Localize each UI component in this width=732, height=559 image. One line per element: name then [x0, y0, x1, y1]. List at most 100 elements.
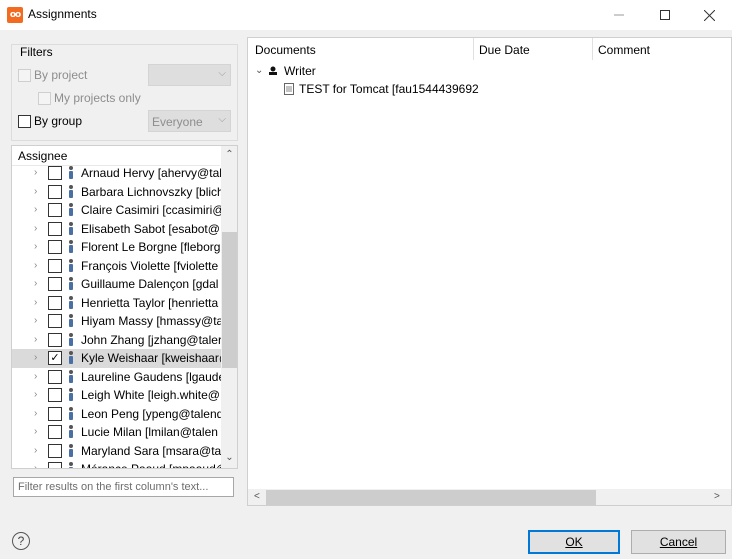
assignee-checkbox[interactable]: [48, 462, 62, 468]
group-combo[interactable]: Everyone ⌵: [148, 110, 231, 132]
assignee-checkbox[interactable]: ✓: [48, 351, 62, 365]
documents-table[interactable]: Documents Due Date Comment ⌄ Writer TEST…: [247, 37, 732, 506]
assignee-filter-input[interactable]: Filter results on the first column's tex…: [13, 477, 234, 497]
assignee-checkbox[interactable]: [48, 443, 62, 458]
user-icon: [68, 332, 74, 347]
assignee-checkbox[interactable]: [48, 277, 62, 291]
maximize-button[interactable]: [642, 0, 688, 30]
scrollbar-thumb[interactable]: [222, 232, 237, 368]
assignee-row[interactable]: › Henrietta Taylor [henrietta: [12, 294, 221, 313]
assignee-name: Henrietta Taylor [henrietta: [81, 295, 219, 310]
assignee-row[interactable]: › Lucie Milan [lmilan@talen: [12, 423, 221, 442]
assignee-row[interactable]: › Laureline Gaudens [lgaude: [12, 368, 225, 387]
chevron-right-icon[interactable]: ›: [34, 426, 37, 437]
assignee-row[interactable]: › Claire Casimiri [ccasimiri@: [12, 201, 225, 220]
assignee-checkbox[interactable]: [48, 258, 62, 273]
chevron-right-icon[interactable]: ›: [34, 186, 37, 197]
chevron-right-icon[interactable]: ›: [34, 371, 37, 382]
assignee-rows: › Arnaud Hervy [ahervy@tal › Barbara Lichno…: [12, 164, 231, 468]
column-comment[interactable]: Comment: [598, 43, 650, 57]
minimize-button[interactable]: [596, 0, 642, 30]
assignee-row[interactable]: › Barbara Lichnovszky [blich: [12, 183, 224, 202]
assignee-checkbox[interactable]: [48, 314, 62, 328]
project-combo[interactable]: ⌵: [148, 64, 231, 86]
assignee-checkbox[interactable]: [48, 332, 62, 347]
title-bar: oo Assignments: [0, 0, 732, 30]
chevron-right-icon[interactable]: ›: [34, 315, 37, 326]
column-due-date[interactable]: Due Date: [479, 43, 530, 57]
assignee-name: Hiyam Massy [hmassy@tal: [81, 314, 226, 328]
assignee-checkbox[interactable]: [48, 221, 62, 236]
assignee-checkbox[interactable]: [48, 240, 62, 254]
user-icon: [68, 443, 74, 458]
user-icon: [68, 240, 74, 254]
assignee-checkbox[interactable]: [48, 166, 62, 180]
assignee-row[interactable]: › Florent Le Borgne [fleborg: [12, 238, 221, 257]
assignee-column-header[interactable]: Assignee: [12, 146, 220, 166]
chevron-right-icon[interactable]: ›: [34, 445, 37, 456]
chevron-right-icon[interactable]: ›: [34, 260, 37, 271]
assignee-name: Maryland Sara [msara@tal: [81, 443, 224, 458]
assignee-row[interactable]: › Elisabeth Sabot [esabot@: [12, 220, 221, 239]
assignee-name: Leon Peng [ypeng@talend: [81, 406, 224, 421]
assignee-name: Claire Casimiri [ccasimiri@: [81, 203, 225, 217]
column-separator[interactable]: [592, 38, 593, 60]
assignee-row[interactable]: › François Violette [fviolette: [12, 257, 221, 276]
assignee-checkbox[interactable]: [48, 203, 62, 217]
assignee-row[interactable]: › John Zhang [jzhang@taler: [12, 331, 222, 350]
close-icon: [703, 9, 715, 21]
scroll-right-icon[interactable]: >: [714, 491, 720, 502]
assignee-tree[interactable]: Assignee › Arnaud Hervy [ahervy@tal › Barba…: [11, 145, 238, 469]
chevron-down-icon: ⌵: [218, 114, 226, 125]
assignee-row[interactable]: › Leigh White [leigh.white@: [12, 386, 221, 405]
help-button[interactable]: ?: [12, 532, 30, 550]
chevron-right-icon[interactable]: ›: [34, 297, 37, 308]
assignee-checkbox[interactable]: [48, 369, 62, 384]
user-icon: [68, 277, 74, 291]
ok-button[interactable]: OK: [528, 530, 620, 554]
chevron-right-icon[interactable]: ›: [34, 352, 37, 363]
scrollbar-thumb[interactable]: [266, 490, 596, 505]
assignee-name: John Zhang [jzhang@taler: [81, 332, 222, 347]
by-project-checkbox[interactable]: [18, 69, 31, 82]
chevron-right-icon[interactable]: ›: [34, 223, 37, 234]
documents-horizontal-scrollbar[interactable]: < >: [248, 489, 731, 505]
chevron-right-icon[interactable]: ›: [34, 167, 37, 178]
assignee-row[interactable]: › Arnaud Hervy [ahervy@tal: [12, 164, 222, 183]
chevron-right-icon[interactable]: ›: [34, 241, 37, 252]
chevron-right-icon[interactable]: ›: [34, 389, 37, 400]
assignee-name: François Violette [fviolette: [81, 258, 219, 273]
assignee-vertical-scrollbar[interactable]: ⌃ ⌄: [221, 146, 237, 468]
assignee-row[interactable]: › Hiyam Massy [hmassy@tal: [12, 312, 226, 331]
assignee-row[interactable]: › ✓ Kyle Weishaar [kweishaar@: [12, 349, 231, 368]
assignee-checkbox[interactable]: [48, 406, 62, 421]
assignee-checkbox[interactable]: [48, 388, 62, 402]
scroll-down-icon[interactable]: ⌄: [224, 452, 235, 464]
chevron-right-icon[interactable]: ›: [34, 463, 37, 468]
cancel-button-label: Cancel: [659, 535, 698, 549]
chevron-right-icon[interactable]: ›: [34, 408, 37, 419]
close-button[interactable]: [686, 0, 732, 30]
chevron-right-icon[interactable]: ›: [34, 334, 37, 345]
assignee-row[interactable]: › Mérance Paaud [mpaaud@: [12, 460, 228, 468]
my-projects-only-checkbox[interactable]: [38, 92, 51, 105]
documents-header: Documents Due Date Comment: [248, 38, 731, 62]
cancel-button[interactable]: Cancel: [631, 530, 726, 554]
assignee-checkbox[interactable]: [48, 425, 62, 439]
scroll-left-icon[interactable]: <: [254, 491, 260, 502]
column-separator[interactable]: [473, 38, 474, 60]
assignee-checkbox[interactable]: [48, 184, 62, 199]
assignee-row[interactable]: › Maryland Sara [msara@tal: [12, 442, 224, 461]
assignee-checkbox[interactable]: [48, 295, 62, 310]
assignee-row[interactable]: › Guillaume Dalençon [gdal: [12, 275, 221, 294]
column-documents[interactable]: Documents: [255, 43, 316, 57]
chevron-right-icon[interactable]: ›: [34, 278, 37, 289]
user-icon: [68, 462, 74, 468]
assignee-row[interactable]: › Leon Peng [ypeng@talend: [12, 405, 224, 424]
chevron-right-icon[interactable]: ›: [34, 204, 37, 215]
document-icon: [284, 83, 294, 95]
my-projects-only-label: My projects only: [54, 91, 141, 105]
scroll-up-icon[interactable]: ⌃: [224, 149, 235, 161]
by-group-checkbox[interactable]: [18, 115, 31, 128]
chevron-down-icon[interactable]: ⌄: [255, 65, 263, 76]
